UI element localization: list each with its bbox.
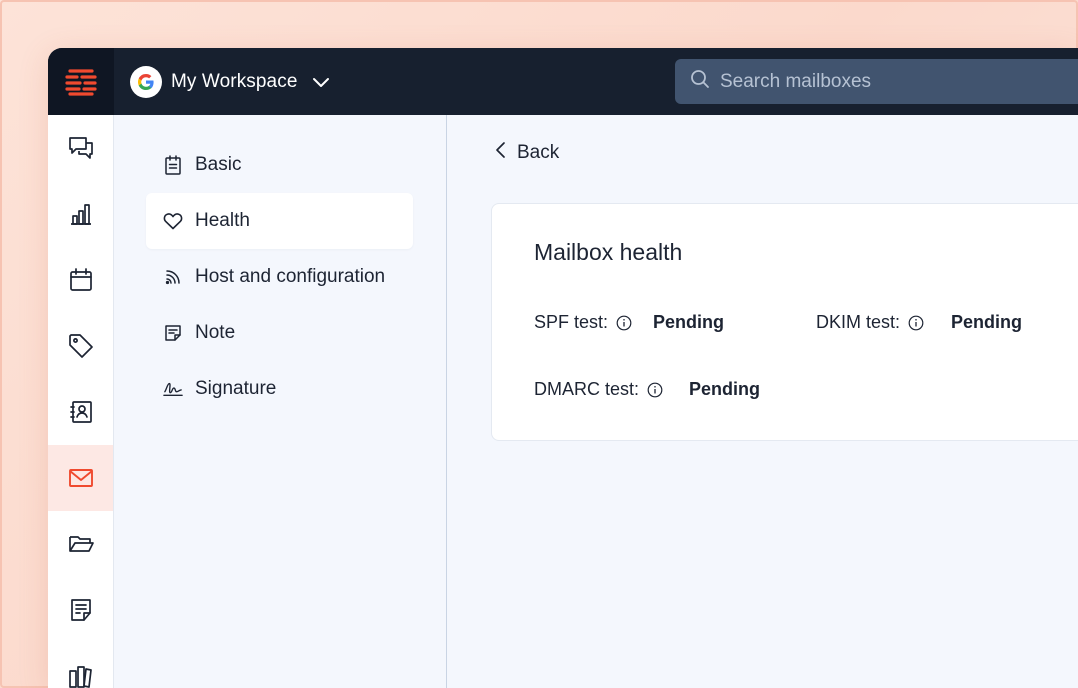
calendar-icon [69, 268, 92, 291]
info-icon[interactable] [908, 315, 924, 331]
back-button[interactable]: Back [495, 141, 559, 165]
chat-icon [68, 137, 93, 159]
heart-icon [163, 211, 183, 231]
main-content: Back Mailbox health SPF test: Pending DK… [447, 115, 1078, 688]
nav-item-host-and-configuration[interactable]: Host and configuration [146, 249, 413, 305]
search-icon [690, 69, 710, 94]
app-window: My Workspace Search mailboxes Basic Heal… [48, 48, 1078, 688]
card-title: Mailbox health [534, 239, 683, 265]
signal-icon [163, 267, 183, 287]
nav-item-label: Note [195, 322, 236, 343]
icon-rail [48, 115, 114, 688]
nav-item-label: Basic [195, 154, 242, 175]
rail-item-knowledge-base[interactable] [48, 643, 113, 688]
nav-item-label: Host and configuration [195, 266, 386, 287]
nav-item-note[interactable]: Note [146, 305, 413, 361]
dkim-test-row: DKIM test: Pending [816, 312, 1022, 333]
nav-item-health[interactable]: Health [146, 193, 413, 249]
rail-item-folders[interactable] [48, 511, 113, 577]
bar-chart-icon [70, 204, 91, 225]
search-placeholder: Search mailboxes [720, 70, 872, 92]
search-input[interactable]: Search mailboxes [675, 59, 1078, 104]
back-label: Back [517, 142, 560, 163]
info-icon[interactable] [616, 315, 632, 331]
app-logo[interactable] [48, 48, 114, 115]
note-icon [70, 599, 91, 621]
tag-icon [68, 334, 93, 358]
settings-nav: Basic Health Host and configuration Note… [114, 115, 447, 688]
dkim-test-label: DKIM test: [816, 312, 901, 332]
workspace-switcher[interactable]: My Workspace [130, 66, 330, 98]
signature-icon [163, 379, 183, 399]
dmarc-test-row: DMARC test: Pending [534, 379, 760, 400]
top-bar: My Workspace Search mailboxes [48, 48, 1078, 115]
nav-item-basic[interactable]: Basic [146, 137, 413, 193]
dmarc-test-label: DMARC test: [534, 379, 640, 399]
rail-item-reports[interactable] [48, 181, 113, 247]
clipboard-icon [163, 155, 183, 175]
workspace-name: My Workspace [171, 71, 298, 92]
rail-item-notes[interactable] [48, 577, 113, 643]
spf-test-label: SPF test: [534, 312, 609, 332]
dkim-test-status: Pending [951, 312, 1022, 332]
mailbox-health-card: Mailbox health SPF test: Pending DKIM te… [491, 203, 1078, 441]
rail-item-calendar[interactable] [48, 247, 113, 313]
rail-item-mailboxes[interactable] [48, 445, 113, 511]
rail-item-tags[interactable] [48, 313, 113, 379]
note-icon [163, 323, 183, 343]
google-g-icon [130, 66, 162, 98]
dmarc-test-status: Pending [689, 379, 760, 399]
nav-item-label: Health [195, 210, 250, 231]
rail-item-contacts[interactable] [48, 379, 113, 445]
contacts-icon [69, 401, 92, 423]
chevron-down-icon [312, 76, 330, 88]
folder-icon [68, 536, 94, 552]
spf-test-row: SPF test: Pending [534, 312, 724, 333]
brand-logo-icon [65, 68, 97, 96]
rail-item-conversations[interactable] [48, 115, 113, 181]
mail-icon [68, 469, 93, 487]
nav-item-signature[interactable]: Signature [146, 361, 413, 417]
nav-item-label: Signature [195, 378, 277, 399]
chevron-left-icon [495, 141, 507, 165]
spf-test-status: Pending [653, 312, 724, 332]
books-icon [68, 666, 92, 688]
info-icon[interactable] [647, 382, 663, 398]
